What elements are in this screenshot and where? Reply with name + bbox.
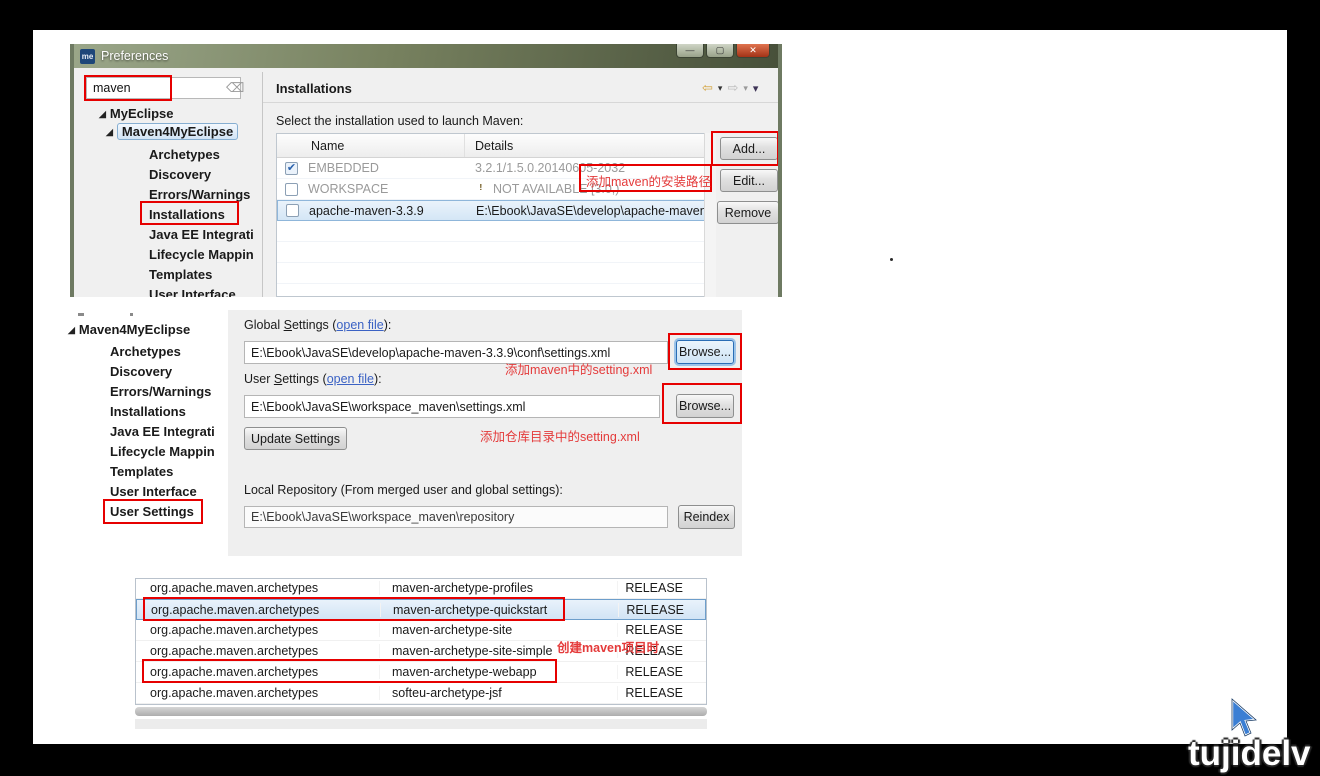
view-menu-icon[interactable]: ▾ <box>753 82 759 95</box>
table-row-selected[interactable]: apache-maven-3.3.9 E:\Ebook\JavaSE\devel… <box>277 200 715 221</box>
expander-icon[interactable]: ◢ <box>106 127 113 137</box>
archetype-row[interactable]: org.apache.maven.archetypessofteu-archet… <box>136 683 706 704</box>
tree-node-templates[interactable]: Templates <box>110 464 173 479</box>
annotation-global-settings: 添加maven中的setting.xml <box>505 359 652 378</box>
annotation-create-project: 创建maven项目时 <box>557 637 659 656</box>
table-header[interactable]: Name Details <box>277 134 715 158</box>
forward-arrow-icon[interactable]: ⇨ <box>727 80 738 96</box>
tree-node-archetypes[interactable]: Archetypes <box>110 344 181 359</box>
annotation-box-installations <box>140 201 239 225</box>
annotation-user-settings: 添加仓库目录中的setting.xml <box>480 426 640 445</box>
cropped-fragment-mark <box>78 313 84 316</box>
column-name[interactable]: Name <box>277 134 465 157</box>
edit-button[interactable]: Edit... <box>720 169 778 192</box>
cropped-fragment-mark <box>130 313 133 316</box>
tree-node-archetypes[interactable]: Archetypes <box>149 147 220 162</box>
annotation-box-search <box>84 75 172 101</box>
table-empty-row <box>277 221 715 242</box>
checkbox-checked[interactable]: ✔ <box>285 162 298 175</box>
user-settings-label: User Settings (open file): <box>244 372 382 386</box>
checkbox-unchecked[interactable] <box>286 204 299 217</box>
tree-node-errors-warnings[interactable]: Errors/Warnings <box>110 384 211 399</box>
tree-node-templates[interactable]: Templates <box>149 267 212 282</box>
warning-icon <box>475 182 487 196</box>
back-arrow-icon[interactable]: ⇦ <box>702 80 713 96</box>
title-bar[interactable]: me Preferences — ▢ ✕ <box>74 44 778 68</box>
panel-instruction: Select the installation used to launch M… <box>276 114 523 128</box>
table-empty-row <box>277 242 715 263</box>
watermark: tujidelv <box>1188 734 1311 774</box>
annotation-install-path: 添加maven的安装路径 <box>586 171 711 190</box>
expander-icon[interactable]: ◢ <box>99 109 106 119</box>
expander-icon[interactable]: ◢ <box>68 325 75 335</box>
column-details[interactable]: Details <box>465 134 715 157</box>
myeclipse-app-icon: me <box>80 49 95 64</box>
tree-node-myeclipse[interactable]: ◢MyEclipse <box>99 106 174 121</box>
close-button[interactable]: ✕ <box>736 44 770 58</box>
preferences-window: me Preferences — ▢ ✕ ⌫ ◢MyEclipse ◢Maven… <box>70 44 782 297</box>
horizontal-scrollbar[interactable] <box>135 707 707 716</box>
annotation-box-global-browse <box>668 333 742 370</box>
clear-filter-icon[interactable]: ⌫ <box>226 80 244 96</box>
tree-node-installations[interactable]: Installations <box>110 404 186 419</box>
mouse-cursor-icon <box>1228 698 1258 740</box>
forward-dropdown-icon[interactable]: ▾ <box>743 83 748 94</box>
tree-node-user-interface[interactable]: User Interface <box>149 287 236 297</box>
tree-node-maven4myeclipse[interactable]: ◢Maven4MyEclipse <box>106 124 238 139</box>
stray-dot <box>890 258 893 261</box>
annotation-box-webapp <box>142 659 557 683</box>
tree-node-discovery[interactable]: Discovery <box>110 364 172 379</box>
reindex-button[interactable]: Reindex <box>678 505 735 529</box>
minimize-button[interactable]: — <box>676 44 704 58</box>
annotation-box-add <box>711 131 779 166</box>
panel-heading: Installations <box>276 81 352 96</box>
tree-node-errors-warnings[interactable]: Errors/Warnings <box>149 187 250 202</box>
archetype-row[interactable]: org.apache.maven.archetypesmaven-archety… <box>136 578 706 599</box>
installations-table: Name Details ✔EMBEDDED 3.2.1/1.5.0.20140… <box>276 133 716 297</box>
table-empty-row <box>277 263 715 284</box>
annotation-box-quickstart <box>143 597 565 621</box>
tree-node-lifecycle-mapping[interactable]: Lifecycle Mappin <box>149 247 254 262</box>
header-divider <box>263 102 782 103</box>
back-dropdown-icon[interactable]: ▾ <box>718 83 723 94</box>
local-repository-input: E:\Ebook\JavaSE\workspace_maven\reposito… <box>244 506 668 528</box>
local-repository-label: Local Repository (From merged user and g… <box>244 483 563 497</box>
tree-panel-divider <box>262 72 263 297</box>
update-settings-button[interactable]: Update Settings <box>244 427 347 450</box>
tree-node-javaee-integration[interactable]: Java EE Integrati <box>110 424 215 439</box>
user-settings-input[interactable]: E:\Ebook\JavaSE\workspace_maven\settings… <box>244 395 660 418</box>
tree-node-discovery[interactable]: Discovery <box>149 167 211 182</box>
scrollbar-track <box>135 719 707 729</box>
checkbox-unchecked[interactable] <box>285 183 298 196</box>
annotation-box-user-settings <box>103 499 203 524</box>
tree-node-user-interface[interactable]: User Interface <box>110 484 197 499</box>
annotation-box-user-browse <box>662 383 742 424</box>
maximize-button[interactable]: ▢ <box>706 44 734 58</box>
global-settings-label: Global Settings (open file): <box>244 318 391 332</box>
open-file-link[interactable]: open file <box>336 318 383 332</box>
tree-node-javaee-integration[interactable]: Java EE Integrati <box>149 227 254 242</box>
open-file-link[interactable]: open file <box>327 372 374 386</box>
remove-button[interactable]: Remove <box>717 201 779 224</box>
window-title: Preferences <box>101 49 168 63</box>
tree-node-lifecycle-mapping[interactable]: Lifecycle Mappin <box>110 444 215 459</box>
tree-node-maven4myeclipse[interactable]: ◢Maven4MyEclipse <box>68 322 190 337</box>
